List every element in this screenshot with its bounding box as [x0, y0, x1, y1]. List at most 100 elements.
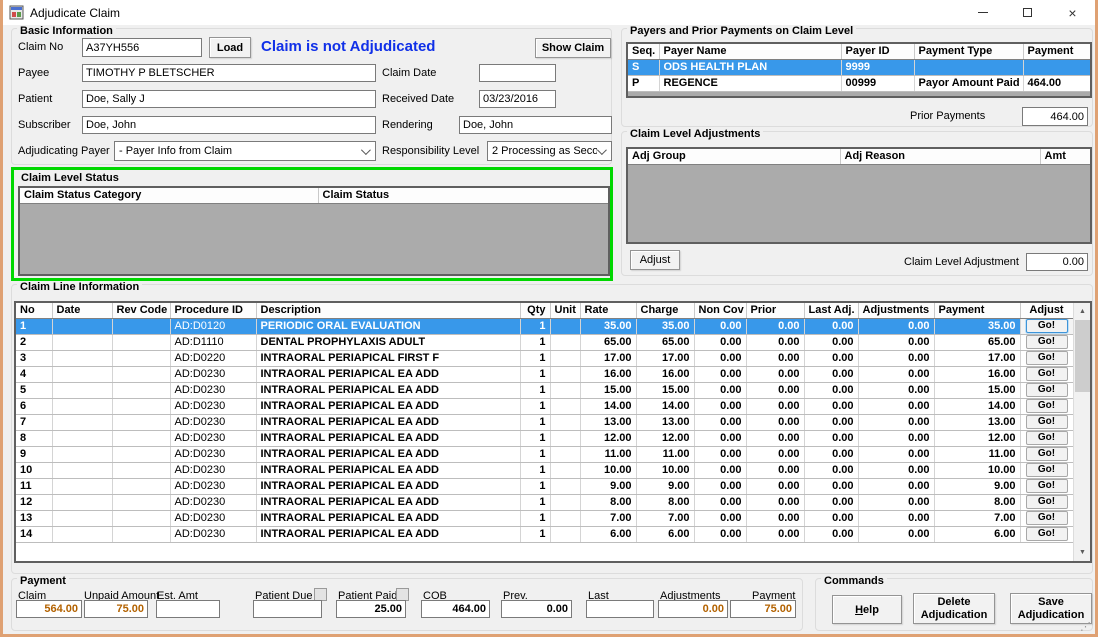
claim-no-input[interactable]: [82, 38, 202, 57]
payment-amount-input[interactable]: [730, 600, 796, 618]
minimize-icon: [978, 12, 988, 13]
table-row[interactable]: 8AD:D0230INTRAORAL PERIAPICAL EA ADD112.…: [16, 430, 1073, 446]
table-row[interactable]: 5AD:D0230INTRAORAL PERIAPICAL EA ADD115.…: [16, 382, 1073, 398]
column-header-adj-reason[interactable]: Adj Reason: [840, 149, 1040, 164]
go-button[interactable]: Go!: [1026, 431, 1068, 445]
claim-date-input[interactable]: [479, 64, 556, 82]
column-header-qty[interactable]: Qty: [520, 303, 550, 318]
table-row[interactable]: 13AD:D0230INTRAORAL PERIAPICAL EA ADD17.…: [16, 510, 1073, 526]
cell-rate: 11.00: [580, 446, 636, 462]
scrollbar-thumb[interactable]: [1075, 320, 1090, 392]
unpaid-amount-input[interactable]: [84, 600, 148, 618]
cell-non-cov: 0.00: [694, 398, 746, 414]
column-header-payment[interactable]: Payment: [934, 303, 1020, 318]
table-row[interactable]: 2AD:D1110DENTAL PROPHYLAXIS ADULT165.006…: [16, 334, 1073, 350]
scroll-down-icon[interactable]: ▼: [1074, 544, 1091, 561]
cell-adjust: Go!: [1020, 494, 1073, 510]
scroll-up-icon[interactable]: ▲: [1074, 303, 1091, 320]
save-adjudication-button[interactable]: Save Adjudication: [1010, 593, 1092, 624]
table-row[interactable]: 4AD:D0230INTRAORAL PERIAPICAL EA ADD116.…: [16, 366, 1073, 382]
column-header-adjustments[interactable]: Adjustments: [858, 303, 934, 318]
column-header-amt[interactable]: Amt: [1040, 149, 1090, 164]
column-header-payment-type[interactable]: Payment Type: [914, 44, 1023, 59]
table-row[interactable]: 1AD:D0120PERIODIC ORAL EVALUATION135.003…: [16, 318, 1073, 334]
last-input[interactable]: [586, 600, 654, 618]
column-header-unit[interactable]: Unit: [550, 303, 580, 318]
table-row[interactable]: PREGENCE00999Payor Amount Paid464.00: [628, 75, 1090, 91]
maximize-button[interactable]: [1005, 0, 1050, 25]
minimize-button[interactable]: [960, 0, 1005, 25]
payee-input[interactable]: [82, 64, 376, 82]
delete-adjudication-button[interactable]: Delete Adjudication: [913, 593, 995, 624]
table-row[interactable]: SODS HEALTH PLAN9999: [628, 59, 1090, 75]
load-button[interactable]: Load: [209, 37, 251, 58]
column-header-last-adj[interactable]: Last Adj.: [804, 303, 858, 318]
subscriber-input[interactable]: [82, 116, 376, 134]
cell-procedure-id: AD:D0230: [170, 446, 256, 462]
go-button[interactable]: Go!: [1026, 447, 1068, 461]
cell-payer-id: 00999: [841, 75, 914, 91]
table-row[interactable]: 11AD:D0230INTRAORAL PERIAPICAL EA ADD19.…: [16, 478, 1073, 494]
adjust-button[interactable]: Adjust: [630, 250, 680, 270]
column-header-payment[interactable]: Payment: [1023, 44, 1090, 59]
column-header-procedure-id[interactable]: Procedure ID: [170, 303, 256, 318]
est-amt-input[interactable]: [156, 600, 220, 618]
table-row[interactable]: 7AD:D0230INTRAORAL PERIAPICAL EA ADD113.…: [16, 414, 1073, 430]
patient-due-input[interactable]: [253, 600, 322, 618]
column-header-rev-code[interactable]: Rev Code: [112, 303, 170, 318]
patient-paid-input[interactable]: [336, 600, 406, 618]
table-row[interactable]: 14AD:D0230INTRAORAL PERIAPICAL EA ADD16.…: [16, 526, 1073, 542]
go-button[interactable]: Go!: [1026, 479, 1068, 493]
go-button[interactable]: Go!: [1026, 463, 1068, 477]
received-date-input[interactable]: [479, 90, 556, 108]
help-button[interactable]: Help: [832, 595, 902, 624]
claim-total-input[interactable]: [16, 600, 82, 618]
column-header-charge[interactable]: Charge: [636, 303, 694, 318]
column-header-no[interactable]: No: [16, 303, 52, 318]
column-header-description[interactable]: Description: [256, 303, 520, 318]
column-header-claim-status-category[interactable]: Claim Status Category: [20, 188, 318, 203]
adjudicating-payer-select[interactable]: - Payer Info from Claim: [114, 141, 376, 161]
column-header-prior[interactable]: Prior: [746, 303, 804, 318]
column-header-date[interactable]: Date: [52, 303, 112, 318]
cell-no: 5: [16, 382, 52, 398]
claim-level-adjustment-input[interactable]: [1026, 253, 1088, 271]
column-header-claim-status[interactable]: Claim Status: [318, 188, 608, 203]
go-button[interactable]: Go!: [1026, 495, 1068, 509]
go-button[interactable]: Go!: [1026, 351, 1068, 365]
show-claim-button[interactable]: Show Claim: [535, 38, 611, 58]
adjustments-input[interactable]: [658, 600, 728, 618]
vertical-scrollbar[interactable]: ▲ ▼: [1073, 303, 1090, 561]
patient-input[interactable]: [82, 90, 376, 108]
column-header-adj-group[interactable]: Adj Group: [628, 149, 840, 164]
go-button[interactable]: Go!: [1026, 399, 1068, 413]
close-button[interactable]: ×: [1050, 0, 1095, 25]
go-button[interactable]: Go!: [1026, 415, 1068, 429]
prev-input[interactable]: [501, 600, 572, 618]
rendering-input[interactable]: [459, 116, 612, 134]
resize-grip-icon[interactable]: ⋰: [1080, 622, 1091, 632]
go-button[interactable]: Go!: [1026, 335, 1068, 349]
table-row[interactable]: 6AD:D0230INTRAORAL PERIAPICAL EA ADD114.…: [16, 398, 1073, 414]
cell-description: INTRAORAL PERIAPICAL EA ADD: [256, 478, 520, 494]
cell-no: 13: [16, 510, 52, 526]
prior-payments-input[interactable]: [1022, 107, 1088, 126]
cell-payer-id: 9999: [841, 59, 914, 75]
go-button[interactable]: Go!: [1026, 319, 1068, 333]
column-header-adjust[interactable]: Adjust: [1020, 303, 1073, 318]
table-row[interactable]: 12AD:D0230INTRAORAL PERIAPICAL EA ADD18.…: [16, 494, 1073, 510]
go-button[interactable]: Go!: [1026, 511, 1068, 525]
column-header-seq[interactable]: Seq.: [628, 44, 659, 59]
table-row[interactable]: 3AD:D0220INTRAORAL PERIAPICAL FIRST F117…: [16, 350, 1073, 366]
go-button[interactable]: Go!: [1026, 367, 1068, 381]
go-button[interactable]: Go!: [1026, 527, 1068, 541]
column-header-payer-name[interactable]: Payer Name: [659, 44, 841, 59]
column-header-non-cov[interactable]: Non Cov: [694, 303, 746, 318]
go-button[interactable]: Go!: [1026, 383, 1068, 397]
column-header-rate[interactable]: Rate: [580, 303, 636, 318]
table-row[interactable]: 9AD:D0230INTRAORAL PERIAPICAL EA ADD111.…: [16, 446, 1073, 462]
responsibility-level-select[interactable]: 2 Processing as Second: [487, 141, 612, 161]
table-row[interactable]: 10AD:D0230INTRAORAL PERIAPICAL EA ADD110…: [16, 462, 1073, 478]
cob-input[interactable]: [421, 600, 490, 618]
column-header-payer-id[interactable]: Payer ID: [841, 44, 914, 59]
